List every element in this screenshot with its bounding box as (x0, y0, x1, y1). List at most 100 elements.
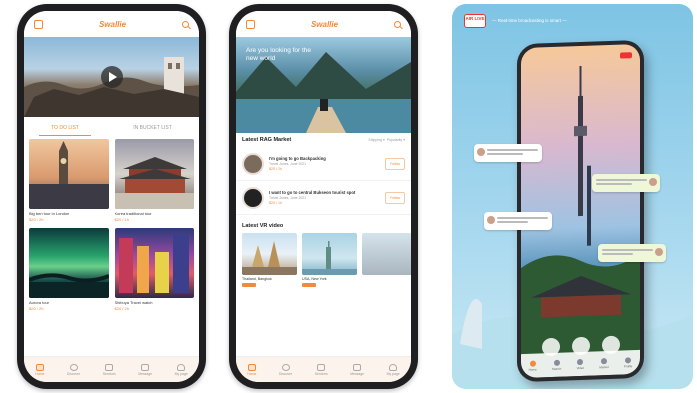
avatar (655, 248, 663, 256)
message-line (602, 249, 653, 251)
nav-message[interactable]: Message (350, 363, 365, 376)
tab-bucket-list[interactable]: IN BUCKET LIST (121, 121, 184, 136)
nav-home[interactable]: Home (35, 363, 45, 376)
statue-illustration (302, 241, 357, 275)
search-icon[interactable] (182, 20, 189, 28)
user-icon (389, 363, 398, 371)
message-line (497, 217, 548, 219)
item-subtitle: Trevel Jones, June 2021 (269, 196, 307, 200)
follow-button[interactable]: Follow (385, 191, 405, 204)
app-logo: Swallie (98, 19, 127, 29)
play-icon[interactable] (100, 66, 123, 88)
search-icon (553, 359, 560, 366)
tour-card[interactable]: Korea traditional tour $20 / 1h (114, 139, 194, 222)
menu-icon[interactable] (246, 19, 255, 29)
card-title: Big ben tour in London (29, 211, 70, 216)
chat-bubble (592, 174, 660, 192)
bangkok-thumbnail (242, 233, 297, 275)
screen-market: Swallie Are you looking for the new worl… (236, 11, 411, 382)
nav-label: Home (247, 371, 257, 376)
chat-bubble (474, 144, 542, 162)
avatar (649, 178, 657, 186)
grid-icon (105, 363, 114, 371)
nav-video[interactable]: Video (576, 358, 585, 370)
message-line (596, 179, 647, 181)
video-card[interactable]: USA, New York (302, 233, 357, 287)
card-price: $20 / 1h (114, 217, 129, 222)
video-card[interactable]: Thailand, Bangkok (242, 233, 297, 287)
nav-my-page[interactable]: My page (386, 363, 400, 376)
tab-to-do-list[interactable]: TO DO LIST (39, 121, 91, 136)
grid-icon (317, 363, 326, 371)
tour-card[interactable]: Big ben tour in London $20 / 2h (29, 139, 109, 222)
nav-label: Home (35, 371, 45, 376)
video-card[interactable] (362, 233, 411, 287)
home-icon (529, 360, 536, 367)
follow-button[interactable]: Follow (385, 157, 405, 170)
menu-icon[interactable] (34, 19, 43, 29)
nav-discover[interactable]: Discover (279, 363, 292, 376)
play-button[interactable] (302, 283, 316, 287)
market-section-header: Latest RAG Market Shipping ▾ Popularity … (236, 133, 411, 147)
user-icon (177, 363, 186, 371)
nav-label: My page (174, 371, 188, 376)
list-tabs: TO DO LIST IN BUCKET LIST (24, 117, 199, 139)
new-york-thumbnail (302, 233, 357, 275)
chat-bubble (484, 212, 552, 230)
nav-label: Services (102, 371, 116, 376)
nav-discover[interactable]: Discover (67, 363, 80, 376)
nav-my-page[interactable]: My page (174, 363, 188, 376)
chat-bubble (598, 244, 666, 262)
card-title: Shibuya Travel watch (114, 300, 153, 305)
avatar (477, 148, 485, 156)
phone-home-screen: Swallie TO DO LIST IN BUCKET LIST Big be… (17, 4, 206, 389)
shibuya-illustration (118, 234, 189, 293)
card-price: $20 / 2h (29, 217, 44, 222)
filter-shipping[interactable]: Shipping (368, 138, 382, 142)
card-title: Korea traditional tour (114, 211, 152, 216)
nav-home[interactable]: Home (247, 363, 257, 376)
app-header: Swallie (24, 11, 199, 37)
nav-label: Search (551, 366, 562, 371)
message-line (497, 221, 528, 223)
nav-message[interactable]: Message (138, 363, 152, 376)
video-thumbnail (362, 233, 411, 275)
market-item[interactable]: I'm going to go Backpacking Trevel Jones… (236, 147, 411, 181)
cart-icon (601, 357, 607, 364)
video-banner[interactable] (24, 37, 199, 117)
tour-card[interactable]: Shibuya Travel watch $20 / 2h (114, 228, 194, 311)
market-item[interactable]: I want to go to central Bukseon tourist … (236, 181, 411, 215)
play-button[interactable] (242, 283, 256, 287)
nav-market[interactable]: Market (599, 357, 609, 369)
search-icon[interactable] (394, 20, 401, 28)
nav-label: Message (350, 371, 365, 376)
video-icon (577, 358, 584, 365)
item-price: $20 / 1h (269, 201, 282, 205)
nav-profile[interactable]: Profile (624, 356, 632, 368)
message-icon (141, 363, 150, 371)
tour-card[interactable]: Aurora tour $20 / 2h (29, 228, 109, 311)
filter-popularity[interactable]: Popularity (387, 138, 403, 142)
market-filters: Shipping ▾ Popularity ▾ (368, 138, 405, 142)
video-caption: USA, New York (302, 277, 327, 281)
video-section-header: Latest VR video (236, 219, 411, 233)
big-ben-image (29, 139, 109, 209)
item-price: $20 / 2h (269, 167, 282, 171)
seoul-tower-illustration (521, 65, 640, 379)
shibuya-image (114, 228, 194, 298)
nav-home[interactable]: Home (529, 360, 537, 371)
nav-label: Market (599, 364, 609, 369)
live-indicator (620, 52, 632, 59)
message-icon (353, 363, 362, 371)
nav-label: Video (576, 365, 585, 370)
nav-services[interactable]: Services (102, 363, 116, 376)
nav-label: My page (386, 371, 400, 376)
nav-label: Services (314, 371, 328, 376)
video-title: Latest VR video (242, 223, 284, 229)
hero-banner[interactable]: Are you looking for the new world (236, 37, 411, 133)
market-item-text: I want to go to central Bukseon tourist … (269, 190, 380, 205)
item-subtitle: Trevel Jones, June 2021 (269, 162, 307, 166)
nav-services[interactable]: Services (314, 363, 328, 376)
nav-search[interactable]: Search (551, 359, 562, 371)
message-line (487, 153, 523, 155)
